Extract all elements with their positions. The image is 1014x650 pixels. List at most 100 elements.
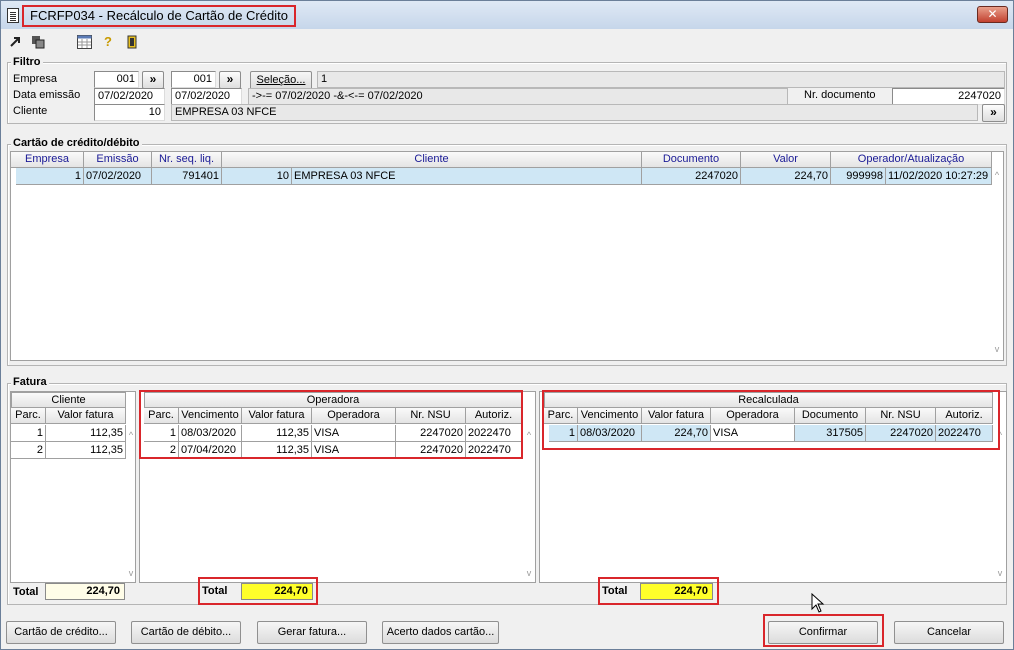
recalculada-total-value: 224,70: [640, 583, 713, 600]
arrow-out-icon[interactable]: [9, 35, 23, 49]
scroll-up-icon[interactable]: ^: [126, 430, 135, 444]
fatura-operadora-grid[interactable]: Operadora Parc. Vencimento Valor fatura …: [139, 391, 536, 583]
cliente-code-input[interactable]: 10: [94, 104, 165, 121]
scroll-down-icon[interactable]: v: [126, 568, 135, 582]
table-cell[interactable]: 224,70: [741, 168, 831, 185]
operadora-caption: Operadora: [144, 392, 522, 408]
scroll-down-icon[interactable]: v: [992, 344, 1002, 358]
table-cell[interactable]: 2022470: [466, 425, 522, 442]
toolbar: ?: [1, 31, 1013, 53]
operadora-total-value: 224,70: [241, 583, 313, 600]
table-cell[interactable]: 08/03/2020: [179, 425, 242, 442]
table-cell[interactable]: 1: [549, 425, 578, 442]
fatura-legend: Fatura: [11, 376, 49, 388]
operadora-total-label: Total: [202, 585, 228, 597]
data-to-input[interactable]: 07/02/2020: [171, 88, 242, 105]
table-cell[interactable]: 112,35: [46, 425, 126, 442]
operadora-edit-cell[interactable]: VISA: [711, 425, 795, 442]
table-cell[interactable]: 999998: [831, 168, 886, 185]
calendar-icon[interactable]: [77, 35, 92, 49]
col-valor-fatura[interactable]: Valor fatura: [242, 408, 312, 424]
acerto-dados-cartao-button[interactable]: Acerto dados cartão...: [382, 621, 499, 644]
table-cell[interactable]: 07/04/2020: [179, 442, 242, 459]
table-cell[interactable]: 2022470: [466, 442, 522, 459]
empresa-to-more-button[interactable]: »: [219, 71, 241, 89]
table-cell[interactable]: 10: [222, 168, 292, 185]
table-cell[interactable]: 2: [11, 442, 46, 459]
scroll-up-icon[interactable]: ^: [995, 430, 1005, 444]
cartao-debito-button[interactable]: Cartão de débito...: [131, 621, 241, 644]
cartao-credito-button[interactable]: Cartão de crédito...: [6, 621, 116, 644]
col-autoriz[interactable]: Autoriz.: [936, 408, 993, 424]
confirmar-button[interactable]: Confirmar: [768, 621, 878, 644]
copy-icon[interactable]: [31, 35, 45, 49]
col-operador[interactable]: Operador/Atualização: [831, 152, 992, 168]
col-operadora[interactable]: Operadora: [711, 408, 795, 424]
table-cell[interactable]: 2247020: [396, 442, 466, 459]
table-cell[interactable]: EMPRESA 03 NFCE: [292, 168, 642, 185]
col-emissao[interactable]: Emissão: [84, 152, 152, 168]
table-cell[interactable]: 1: [144, 425, 179, 442]
cliente-total-label: Total: [13, 586, 39, 598]
cancelar-button[interactable]: Cancelar: [894, 621, 1004, 644]
table-cell[interactable]: 1: [16, 168, 84, 185]
col-nr-seq[interactable]: Nr. seq. liq.: [152, 152, 222, 168]
col-parc[interactable]: Parc.: [11, 408, 46, 424]
col-parc[interactable]: Parc.: [144, 408, 179, 424]
col-operadora[interactable]: Operadora: [312, 408, 396, 424]
empresa-from-more-button[interactable]: »: [142, 71, 164, 89]
fatura-cliente-grid[interactable]: Cliente Parc. Valor fatura 1 112,35 2 11…: [10, 391, 136, 583]
col-autoriz[interactable]: Autoriz.: [466, 408, 522, 424]
table-cell[interactable]: 07/02/2020: [84, 168, 152, 185]
empresa-from-input[interactable]: 001: [94, 71, 139, 88]
table-cell[interactable]: VISA: [312, 442, 396, 459]
table-cell[interactable]: 2247020: [642, 168, 741, 185]
col-empresa[interactable]: Empresa: [11, 152, 84, 168]
title-bar: FCRFP034 - Recálculo de Cartão de Crédit…: [1, 1, 1013, 29]
table-cell[interactable]: 112,35: [242, 442, 312, 459]
table-cell[interactable]: 1: [11, 425, 46, 442]
scroll-down-icon[interactable]: v: [995, 568, 1005, 582]
exit-door-icon[interactable]: [125, 35, 139, 49]
help-icon[interactable]: ?: [101, 35, 115, 49]
col-cliente[interactable]: Cliente: [222, 152, 642, 168]
scroll-up-icon[interactable]: ^: [992, 170, 1002, 184]
recalculada-total-label: Total: [602, 585, 628, 597]
table-cell[interactable]: 112,35: [46, 442, 126, 459]
col-valor-fatura[interactable]: Valor fatura: [46, 408, 126, 424]
table-cell[interactable]: 112,35: [242, 425, 312, 442]
col-vencimento[interactable]: Vencimento: [578, 408, 642, 424]
table-cell[interactable]: 224,70: [642, 425, 711, 442]
col-valor-fatura[interactable]: Valor fatura: [642, 408, 711, 424]
fatura-recalculada-grid[interactable]: Recalculada Parc. Vencimento Valor fatur…: [539, 391, 1007, 583]
col-nr-nsu[interactable]: Nr. NSU: [396, 408, 466, 424]
table-cell[interactable]: 11/02/2020 10:27:29: [886, 168, 992, 185]
cartao-legend: Cartão de crédito/débito: [11, 137, 142, 149]
col-vencimento[interactable]: Vencimento: [179, 408, 242, 424]
table-cell[interactable]: 2247020: [396, 425, 466, 442]
window-title: FCRFP034 - Recálculo de Cartão de Crédit…: [22, 5, 296, 27]
table-cell[interactable]: 317505: [795, 425, 866, 442]
cliente-more-button[interactable]: »: [982, 104, 1005, 122]
table-cell[interactable]: 2: [144, 442, 179, 459]
empresa-to-input[interactable]: 001: [171, 71, 216, 88]
gerar-fatura-button[interactable]: Gerar fatura...: [257, 621, 367, 644]
cartao-grid[interactable]: Empresa Emissão Nr. seq. liq. Cliente Do…: [10, 151, 1004, 361]
table-cell[interactable]: 08/03/2020: [578, 425, 642, 442]
cliente-total-value: 224,70: [45, 583, 125, 600]
col-documento[interactable]: Documento: [795, 408, 866, 424]
col-nr-nsu[interactable]: Nr. NSU: [866, 408, 936, 424]
table-cell[interactable]: 791401: [152, 168, 222, 185]
empresa-label: Empresa: [13, 73, 58, 85]
data-from-input[interactable]: 07/02/2020: [94, 88, 165, 105]
scroll-up-icon[interactable]: ^: [524, 430, 534, 444]
col-valor[interactable]: Valor: [741, 152, 831, 168]
table-cell[interactable]: VISA: [312, 425, 396, 442]
close-button[interactable]: ✕: [977, 6, 1008, 23]
scroll-down-icon[interactable]: v: [524, 568, 534, 582]
table-cell[interactable]: 2022470: [936, 425, 993, 442]
nr-documento-input[interactable]: 2247020: [892, 88, 1005, 105]
col-parc[interactable]: Parc.: [544, 408, 578, 424]
table-cell[interactable]: 2247020: [866, 425, 936, 442]
col-documento[interactable]: Documento: [642, 152, 741, 168]
